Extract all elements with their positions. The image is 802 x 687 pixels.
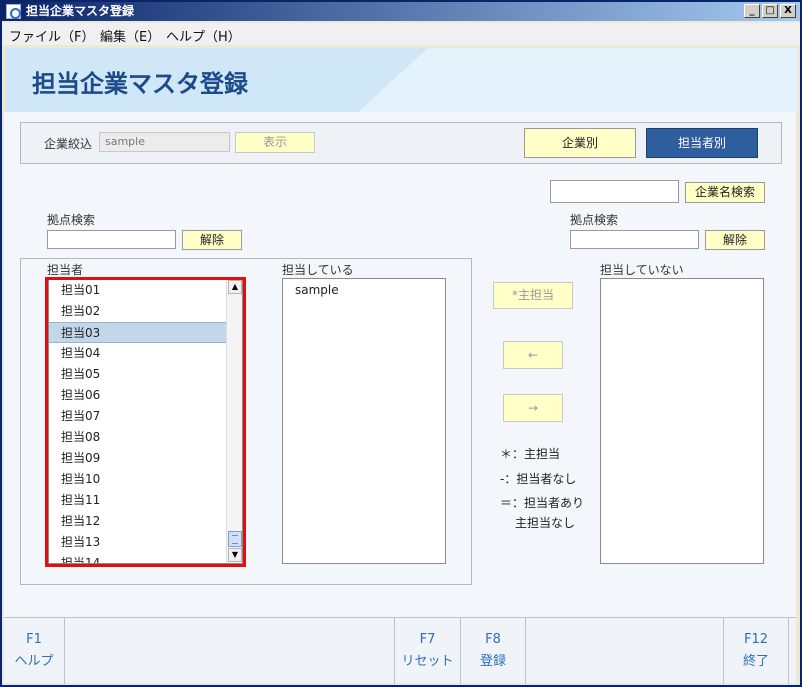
main-person-button[interactable]: *主担当 xyxy=(493,282,573,309)
page-banner: 担当企業マスタ登録 xyxy=(6,48,798,112)
persons-label: 担当者 xyxy=(47,263,84,277)
company-name-input[interactable] xyxy=(550,180,679,203)
minimize-button[interactable]: _ xyxy=(744,4,760,18)
f7-reset-button[interactable]: F7 リセット xyxy=(395,618,461,684)
legend-none: -：担当者なし xyxy=(500,472,577,486)
f1-help-button[interactable]: F1 ヘルプ xyxy=(4,618,65,684)
menu-help[interactable]: ヘルプ（H） xyxy=(166,26,241,45)
window-controls: _ □ X xyxy=(744,4,796,18)
filter-input[interactable]: sample xyxy=(99,132,230,152)
function-key-bar: F1 ヘルプ F7 リセット F8 登録 F12 終了 xyxy=(4,617,796,684)
assigned-listbox[interactable]: sample xyxy=(282,278,446,564)
menu-edit[interactable]: 編集（E） xyxy=(100,26,160,45)
f12-exit-button[interactable]: F12 終了 xyxy=(724,618,789,684)
maximize-button[interactable]: □ xyxy=(762,4,778,18)
right-clear-button[interactable]: 解除 xyxy=(705,230,765,250)
move-right-button[interactable]: → xyxy=(503,394,563,422)
assigned-label: 担当している xyxy=(282,263,354,277)
menu-file[interactable]: ファイル（F） xyxy=(9,26,94,45)
show-button[interactable]: 表示 xyxy=(235,132,315,153)
page-title: 担当企業マスタ登録 xyxy=(32,70,248,98)
title-bar: 担当企業マスタ登録 _ □ X xyxy=(2,2,800,21)
fkey-code: F12 xyxy=(743,632,769,647)
filter-label: 企業絞込 xyxy=(44,137,93,151)
company-search-button[interactable]: 企業名検索 xyxy=(685,182,765,203)
f8-register-button[interactable]: F8 登録 xyxy=(461,618,526,684)
fkey-label: リセット xyxy=(401,654,454,669)
left-clear-button[interactable]: 解除 xyxy=(182,230,242,250)
window-title: 担当企業マスタ登録 xyxy=(26,4,135,18)
left-branch-search-input[interactable] xyxy=(47,230,176,249)
right-branch-search-input[interactable] xyxy=(570,230,699,249)
move-left-button[interactable]: ← xyxy=(503,341,563,369)
list-item[interactable]: sample xyxy=(283,280,443,301)
by-company-button[interactable]: 企業別 xyxy=(524,128,636,158)
by-person-button[interactable]: 担当者別 xyxy=(646,128,758,158)
right-branch-search-label: 拠点検索 xyxy=(570,213,619,227)
legend-assigned: ＝：担当者あり xyxy=(500,496,585,510)
app-icon xyxy=(6,4,21,19)
banner-stripe xyxy=(358,48,798,112)
not-assigned-listbox[interactable] xyxy=(600,278,764,564)
menu-bar: ファイル（F） 編集（E） ヘルプ（H） xyxy=(2,23,800,45)
left-branch-search-label: 拠点検索 xyxy=(47,213,96,227)
legend-main: ＊：主担当 xyxy=(500,447,561,461)
fkey-code: F7 xyxy=(419,632,436,647)
not-assigned-label: 担当していない xyxy=(600,263,684,277)
fkey-blank xyxy=(526,618,724,684)
legend-no-main: 主担当なし xyxy=(515,516,576,530)
fkey-blank xyxy=(65,618,395,684)
main-content: 企業絞込 sample 表示 企業別 担当者別 企業名検索 拠点検索 解除 拠点… xyxy=(4,112,796,617)
fkey-code: F1 xyxy=(26,632,42,647)
close-button[interactable]: X xyxy=(780,4,796,18)
fkey-label: 登録 xyxy=(479,654,506,669)
fkey-code: F8 xyxy=(485,632,501,647)
selection-highlight-frame xyxy=(45,277,246,567)
fkey-label: 終了 xyxy=(742,654,769,669)
fkey-label: ヘルプ xyxy=(14,654,54,669)
